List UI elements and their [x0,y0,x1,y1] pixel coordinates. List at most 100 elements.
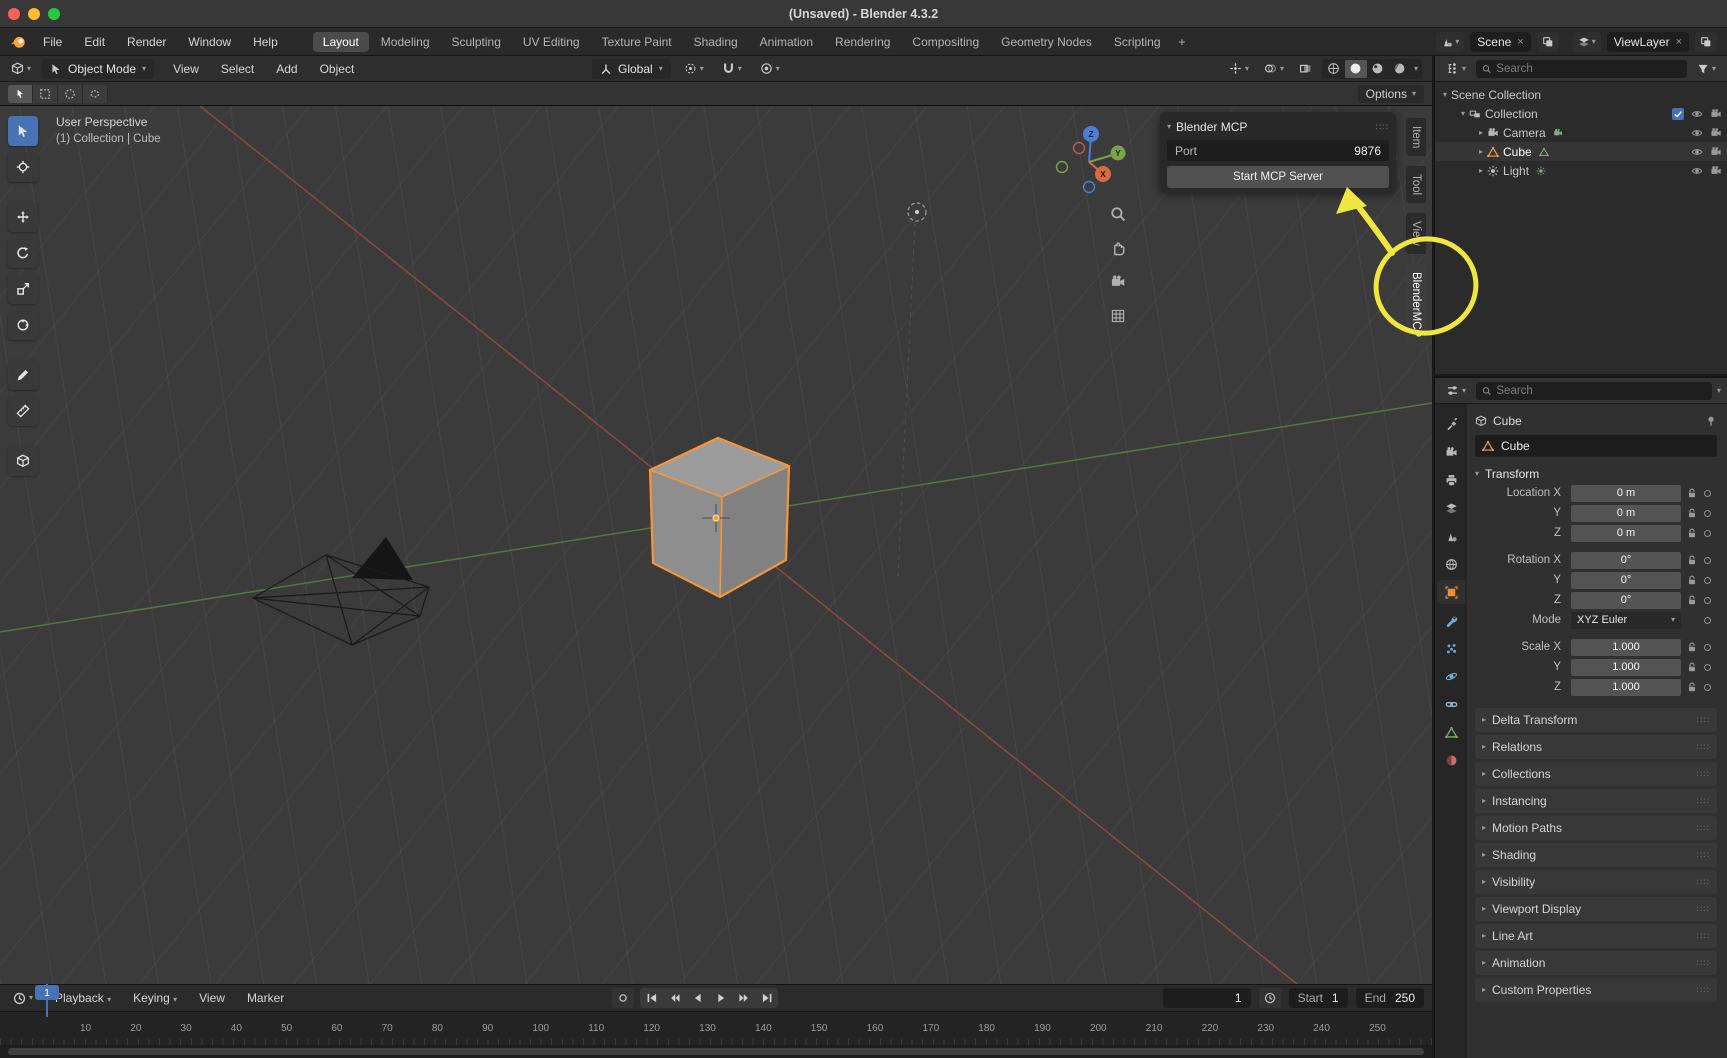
viewport-menu-item[interactable]: Add [267,59,306,79]
port-field[interactable]: Port 9876 [1167,140,1389,161]
expand-icon[interactable]: ▸ [1479,167,1483,175]
viewport-menu-item[interactable]: Select [212,59,263,79]
disable-render-icon[interactable] [1710,146,1722,158]
options-button[interactable]: Options▾ [1358,85,1424,103]
animate-dot[interactable] [1704,577,1711,584]
pan-control[interactable] [1106,236,1130,260]
proportional-editing-toggle[interactable]: ▾ [755,60,785,77]
select-circle-button[interactable] [58,85,83,103]
properties-section[interactable]: ▸ Viewport Display ∷∷ [1475,897,1717,921]
timeline-editor-selector[interactable]: ▾ [8,990,38,1007]
collapse-panel-icon[interactable]: ▾ [1167,123,1171,131]
tab-scene[interactable] [1437,524,1465,548]
unlink-scene-icon[interactable]: × [1517,36,1523,48]
tab-render[interactable] [1437,440,1465,464]
animate-dot[interactable] [1704,644,1711,651]
value-field[interactable]: 0 m [1571,505,1681,522]
view-menu[interactable]: View [190,988,234,1008]
properties-section[interactable]: ▸ Custom Properties ∷∷ [1475,978,1717,1002]
viewlayer-selector[interactable]: ViewLayer × [1607,32,1689,52]
scale-tool[interactable] [8,274,38,304]
blender-logo-icon[interactable] [10,34,26,50]
lock-icon[interactable] [1686,641,1698,653]
animate-dot[interactable] [1704,617,1711,624]
solid-shading-button[interactable] [1345,60,1367,78]
rotate-tool[interactable] [8,238,38,268]
cursor-tool[interactable] [8,152,38,182]
tab-output[interactable] [1437,468,1465,492]
properties-section[interactable]: ▸ Shading ∷∷ [1475,843,1717,867]
wireframe-shading-button[interactable] [1323,60,1345,78]
workspace-tab[interactable]: Texture Paint [592,32,682,52]
select-box-tool[interactable] [8,116,38,146]
frame-ruler[interactable]: 1020304050607080901001101201301401501601… [0,1012,1432,1045]
navigation-gizmo[interactable]: Z Y X [1048,118,1132,202]
previous-keyframe-button[interactable] [663,988,686,1008]
rotation-mode-select[interactable]: XYZ Euler ▾ [1571,612,1681,629]
annotate-tool[interactable] [8,360,38,390]
transform-tool[interactable] [8,310,38,340]
timeline-scrollbar[interactable] [8,1048,1424,1055]
properties-section[interactable]: ▸ Delta Transform ∷∷ [1475,708,1717,732]
properties-section[interactable]: ▸ Relations ∷∷ [1475,735,1717,759]
scene-selector[interactable]: Scene × [1470,32,1530,52]
light-object[interactable] [908,203,926,221]
tab-material[interactable] [1437,748,1465,772]
jump-to-end-button[interactable] [755,988,778,1008]
select-box-button[interactable] [33,85,58,103]
outliner-search-input[interactable] [1496,63,1681,75]
value-field[interactable]: 0° [1571,592,1681,609]
play-button[interactable] [709,988,732,1008]
expand-icon[interactable]: ▸ [1479,129,1483,137]
keying-menu[interactable]: Keying ▾ [124,988,186,1008]
workspace-tab[interactable]: UV Editing [513,32,590,52]
properties-search-input[interactable] [1496,385,1706,397]
animate-dot[interactable] [1704,530,1711,537]
tab-particles[interactable] [1437,636,1465,660]
mode-dropdown[interactable]: Object Mode ▾ [42,59,154,79]
tab-tool[interactable] [1437,412,1465,436]
hide-eye-icon[interactable] [1691,108,1703,120]
properties-search[interactable] [1476,382,1712,400]
animate-dot[interactable] [1704,557,1711,564]
menubar-item[interactable]: Edit [75,32,114,52]
transform-section-header[interactable]: ▾ Transform [1475,464,1717,484]
editor-type-selector[interactable]: ▾ [6,60,36,77]
value-field[interactable]: 0 m [1571,485,1681,502]
outliner-row-cube[interactable]: ▸ Cube [1435,142,1727,161]
outliner-row-scene-collection[interactable]: ▾ Scene Collection [1435,85,1727,104]
lock-icon[interactable] [1686,594,1698,606]
expand-icon[interactable]: ▾ [1461,110,1465,118]
tab-constraints[interactable] [1437,692,1465,716]
disable-render-icon[interactable] [1710,108,1722,120]
tab-physics[interactable] [1437,664,1465,688]
next-keyframe-button[interactable] [732,988,755,1008]
animate-dot[interactable] [1704,490,1711,497]
outliner-search[interactable] [1476,60,1687,78]
tab-object[interactable] [1437,580,1465,604]
animate-dot[interactable] [1704,664,1711,671]
lock-icon[interactable] [1686,487,1698,499]
animate-dot[interactable] [1704,684,1711,691]
properties-section[interactable]: ▸ Motion Paths ∷∷ [1475,816,1717,840]
tab-modifiers[interactable] [1437,608,1465,632]
measure-tool[interactable] [8,396,38,426]
add-cube-tool[interactable] [8,446,38,476]
lock-icon[interactable] [1686,661,1698,673]
workspace-tab[interactable]: Shading [684,32,748,52]
gizmo-z-negative[interactable] [1084,182,1095,193]
menubar-item[interactable]: File [34,32,71,52]
new-scene-button[interactable] [1537,32,1559,52]
pivot-point-dropdown[interactable]: ▾ [679,60,709,77]
menubar-item[interactable]: Render [118,32,175,52]
viewport-menu-item[interactable]: View [164,59,208,79]
lock-icon[interactable] [1686,554,1698,566]
frame-end-field[interactable]: End 250 [1356,988,1424,1008]
animate-dot[interactable] [1704,510,1711,517]
tab-world[interactable] [1437,552,1465,576]
workspace-tab[interactable]: Layout [313,32,369,52]
outliner-editor-selector[interactable]: ▾ [1441,60,1471,77]
camera-view-control[interactable] [1106,270,1130,294]
value-field[interactable]: 1.000 [1571,639,1681,656]
value-field[interactable]: 0° [1571,552,1681,569]
